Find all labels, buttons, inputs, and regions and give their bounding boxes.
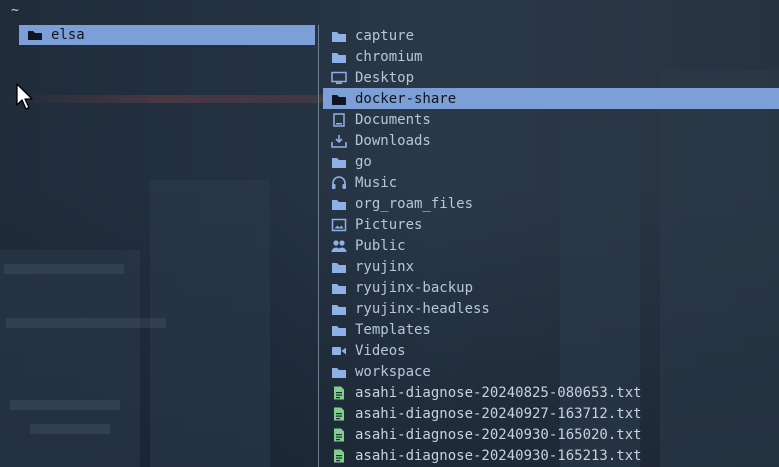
entry-label: Desktop (355, 69, 415, 86)
entry-text-file[interactable]: asahi-diagnose-20240930-165213.txt (323, 445, 779, 466)
entry-label: go (355, 153, 372, 170)
entry-pictures[interactable]: Pictures (323, 214, 779, 235)
entry-label: docker-share (355, 90, 457, 107)
folder-icon (332, 31, 346, 42)
text-file-icon (334, 386, 344, 399)
entry-label: ryujinx-headless (355, 300, 490, 317)
folder-icon (28, 31, 42, 40)
pane-divider (318, 25, 319, 467)
entry-label: org_roam_files (355, 195, 474, 212)
text-file-icon (334, 428, 344, 441)
directory-listing-pane: capture chromium Desktop docker-share Do… (323, 25, 779, 466)
wallpaper-window-lights (4, 264, 124, 274)
video-icon (332, 346, 346, 355)
entry-label: Music (355, 174, 398, 191)
wallpaper-building (0, 250, 140, 467)
folder-icon (332, 367, 346, 378)
entry-label: ryujinx (355, 258, 415, 275)
folder-icon (332, 52, 346, 63)
entry-label: asahi-diagnose-20240930-165213.txt (355, 447, 642, 464)
text-file-icon (334, 407, 344, 420)
wallpaper-window-lights (10, 400, 120, 410)
parent-directory-pane: elsa (19, 25, 315, 45)
entry-chromium[interactable]: chromium (323, 46, 779, 67)
parent-dir-item-elsa[interactable]: elsa (19, 25, 315, 45)
entry-label: Videos (355, 342, 406, 359)
entry-label: Downloads (355, 132, 431, 149)
documents-icon (333, 112, 345, 127)
folder-icon (332, 199, 346, 210)
wallpaper-window-lights (6, 318, 166, 328)
entry-ryujinx-backup[interactable]: ryujinx-backup (323, 277, 779, 298)
entry-text-file[interactable]: asahi-diagnose-20240930-165020.txt (323, 424, 779, 445)
entry-workspace[interactable]: workspace (323, 361, 779, 382)
folder-icon (332, 283, 346, 294)
current-directory-indicator: ~ (11, 3, 19, 18)
headphones-icon (332, 175, 346, 189)
mouse-pointer-icon (16, 83, 33, 110)
pictures-icon (331, 218, 347, 231)
folder-icon (332, 304, 346, 315)
wallpaper-building (150, 180, 270, 467)
entry-label: ryujinx-backup (355, 279, 474, 296)
entry-public[interactable]: Public (323, 235, 779, 256)
folder-icon (332, 157, 346, 168)
wallpaper-window-lights (30, 424, 110, 434)
entry-label: asahi-diagnose-20240825-080653.txt (355, 384, 642, 401)
text-file-icon (334, 449, 344, 462)
folder-icon (332, 325, 346, 336)
entry-label: asahi-diagnose-20240930-165020.txt (355, 426, 642, 443)
download-icon (331, 134, 347, 148)
entry-org-roam-files[interactable]: org_roam_files (323, 193, 779, 214)
folder-icon (332, 262, 346, 273)
parent-dir-label: elsa (51, 27, 85, 43)
entry-label: chromium (355, 48, 423, 65)
entry-documents[interactable]: Documents (323, 109, 779, 130)
entry-label: workspace (355, 363, 431, 380)
entry-text-file[interactable]: asahi-diagnose-20240927-163712.txt (323, 403, 779, 424)
entry-ryujinx-headless[interactable]: ryujinx-headless (323, 298, 779, 319)
entry-music[interactable]: Music (323, 172, 779, 193)
entry-videos[interactable]: Videos (323, 340, 779, 361)
entry-text-file[interactable]: asahi-diagnose-20240825-080653.txt (323, 382, 779, 403)
entry-downloads[interactable]: Downloads (323, 130, 779, 151)
entry-label: Documents (355, 111, 431, 128)
entry-label: Public (355, 237, 406, 254)
users-icon (331, 239, 347, 252)
entry-desktop[interactable]: Desktop (323, 67, 779, 88)
desktop-icon (331, 71, 347, 84)
entry-docker-share[interactable]: docker-share (323, 88, 779, 109)
entry-label: asahi-diagnose-20240927-163712.txt (355, 405, 642, 422)
entry-capture[interactable]: capture (323, 25, 779, 46)
entry-ryujinx[interactable]: ryujinx (323, 256, 779, 277)
entry-label: Templates (355, 321, 431, 338)
entry-label: capture (355, 27, 415, 44)
entry-label: Pictures (355, 216, 423, 233)
folder-icon (332, 94, 346, 105)
entry-go[interactable]: go (323, 151, 779, 172)
entry-templates[interactable]: Templates (323, 319, 779, 340)
